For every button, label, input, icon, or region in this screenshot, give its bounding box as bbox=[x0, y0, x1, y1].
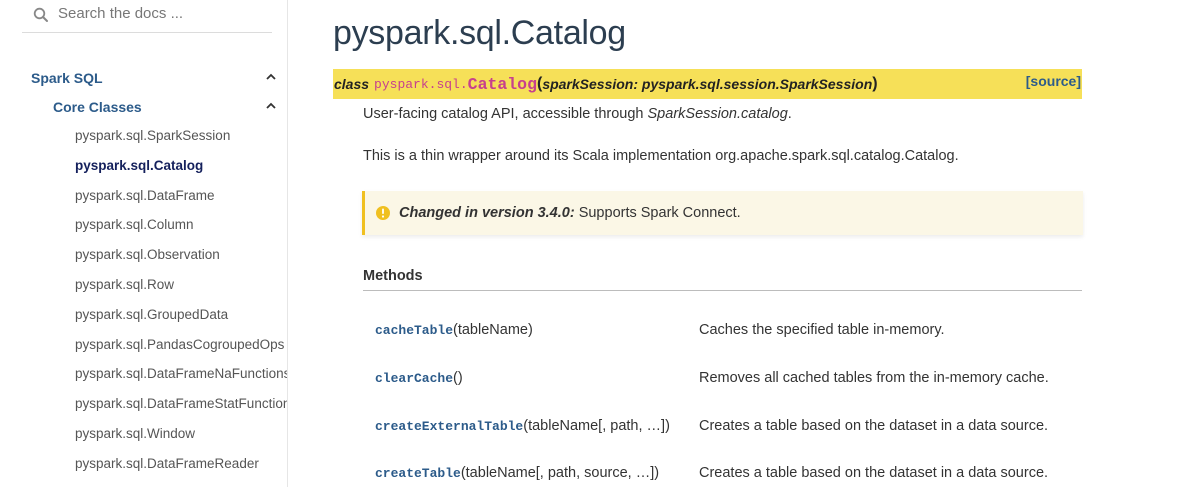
sidebar-item-pandascogroupedops[interactable]: pyspark.sql.PandasCogroupedOps bbox=[75, 335, 287, 365]
signature-class-name: Catalog bbox=[467, 74, 537, 94]
method-description: Creates a table based on the dataset in … bbox=[699, 418, 1049, 434]
chevron-up-icon[interactable] bbox=[265, 72, 277, 82]
method-args: (tableName[, path, …]) bbox=[523, 418, 670, 434]
method-link-cachetable[interactable]: cacheTable bbox=[375, 323, 453, 338]
method-row: cacheTable(tableName) Caches the specifi… bbox=[375, 322, 1083, 342]
chevron-up-icon[interactable] bbox=[265, 101, 277, 111]
signature-module: pyspark.sql. bbox=[374, 76, 468, 92]
method-link-clearcache[interactable]: clearCache bbox=[375, 371, 453, 386]
sidebar-item-sparksession[interactable]: pyspark.sql.SparkSession bbox=[75, 126, 287, 156]
nav-subsection-label: Core Classes bbox=[53, 99, 142, 115]
sidebar-item-dataframestatfunctions[interactable]: pyspark.sql.DataFrameStatFunctions bbox=[75, 394, 287, 424]
version-changed-detail: Supports Spark Connect. bbox=[574, 205, 741, 221]
description-suffix: . bbox=[787, 106, 792, 122]
sidebar-item-dataframe[interactable]: pyspark.sql.DataFrame bbox=[75, 186, 287, 216]
method-args: () bbox=[453, 370, 463, 386]
sidebar-item-groupeddata[interactable]: pyspark.sql.GroupedData bbox=[75, 305, 287, 335]
nav-section-spark-sql[interactable]: Spark SQL bbox=[31, 68, 281, 88]
sidebar-item-observation[interactable]: pyspark.sql.Observation bbox=[75, 245, 287, 275]
description-line-2: This is a thin wrapper around its Scala … bbox=[363, 148, 959, 164]
description-line-1: User-facing catalog API, accessible thro… bbox=[363, 106, 792, 122]
method-link-createexternaltable[interactable]: createExternalTable bbox=[375, 419, 523, 434]
sidebar-item-window[interactable]: pyspark.sql.Window bbox=[75, 424, 287, 454]
method-link-createtable[interactable]: createTable bbox=[375, 466, 461, 481]
sidebar: Spark SQL Core Classes pyspark.sql.Spark… bbox=[0, 0, 288, 487]
warning-icon bbox=[376, 206, 390, 220]
version-changed-text: Changed in version 3.4.0: Supports Spark… bbox=[399, 205, 741, 221]
sidebar-item-dataframereader[interactable]: pyspark.sql.DataFrameReader bbox=[75, 454, 287, 484]
page-title: pyspark.sql.Catalog bbox=[333, 14, 626, 52]
nav-list: pyspark.sql.SparkSession pyspark.sql.Cat… bbox=[75, 126, 287, 484]
methods-heading: Methods bbox=[363, 268, 423, 284]
method-description: Removes all cached tables from the in-me… bbox=[699, 370, 1049, 386]
version-changed-label: Changed in version 3.4.0: bbox=[399, 205, 575, 221]
sidebar-item-catalog[interactable]: pyspark.sql.Catalog bbox=[75, 156, 287, 186]
method-args: (tableName) bbox=[453, 322, 533, 338]
sidebar-item-row[interactable]: pyspark.sql.Row bbox=[75, 275, 287, 305]
nav-subsection-core-classes[interactable]: Core Classes bbox=[53, 97, 281, 117]
method-description: Caches the specified table in-memory. bbox=[699, 322, 945, 338]
methods-divider bbox=[363, 290, 1082, 291]
method-args: (tableName[, path, source, …]) bbox=[460, 465, 660, 481]
version-changed-note: Changed in version 3.4.0: Supports Spark… bbox=[362, 191, 1083, 235]
sidebar-item-dataframenafunctions[interactable]: pyspark.sql.DataFrameNaFunctions bbox=[75, 364, 287, 394]
search-icon bbox=[33, 7, 48, 22]
signature-keyword: class bbox=[334, 76, 370, 92]
method-description: Creates a table based on the dataset in … bbox=[699, 465, 1049, 481]
class-signature: class pyspark.sql. Catalog(sparkSession: … bbox=[333, 69, 1082, 99]
nav-section-label: Spark SQL bbox=[31, 70, 103, 86]
description-emphasis: SparkSession.catalog bbox=[647, 106, 788, 122]
signature-params: sparkSession: pyspark.sql.session.SparkS… bbox=[542, 76, 873, 92]
method-row: createExternalTable(tableName[, path, …]… bbox=[375, 418, 1083, 438]
source-link[interactable]: [source] bbox=[1026, 73, 1081, 89]
search-input[interactable] bbox=[58, 5, 258, 22]
method-row: clearCache() Removes all cached tables f… bbox=[375, 370, 1083, 390]
method-row: createTable(tableName[, path, source, …]… bbox=[375, 465, 1083, 485]
search-box[interactable] bbox=[22, 0, 272, 33]
description-text: User-facing catalog API, accessible thro… bbox=[363, 106, 648, 122]
sidebar-item-column[interactable]: pyspark.sql.Column bbox=[75, 215, 287, 245]
signature-close-paren: ) bbox=[872, 75, 878, 92]
